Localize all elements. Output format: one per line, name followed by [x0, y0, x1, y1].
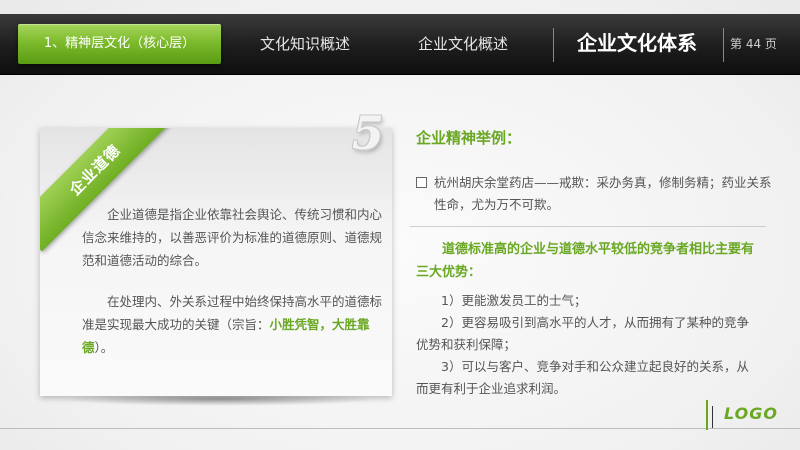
logo-accent-bar	[712, 406, 713, 428]
nav-divider	[553, 28, 554, 62]
ethics-key-point: 在处理内、外关系过程中始终保持高水平的道德标准是实现最大成功的关键（宗旨：小胜凭…	[82, 290, 382, 359]
nav-divider	[723, 28, 724, 62]
advantage-item: 3）可以与客户、竞争对手和公众建立起良好的关系，从而更有利于企业追求利润。	[416, 359, 749, 396]
example-item: 杭州胡庆余堂药店——戒欺：采办务真，修制务精；药业关系性命，尤为万不可欺。	[416, 172, 779, 216]
example-heading: 企业精神举例：	[416, 129, 522, 147]
logo-accent-bar	[706, 400, 708, 430]
slide-number-five: 5	[352, 106, 385, 160]
content-divider	[410, 226, 766, 227]
checkbox-bullet-icon	[416, 177, 427, 188]
top-nav-bar: 1、精神层文化（核心层） 文化知识概述 企业文化概述 企业文化体系 第 44 页	[0, 14, 800, 75]
ethics-key-point-end: ）。	[94, 340, 114, 355]
page-number: 第 44 页	[730, 37, 777, 51]
tab-culture-overview[interactable]: 文化知识概述	[230, 24, 380, 64]
tab-spiritual-culture[interactable]: 1、精神层文化（核心层）	[18, 24, 221, 64]
advantage-item: 2）更容易吸引到高水平的人才，从而拥有了某种的竞争优势和获利保障；	[416, 315, 749, 352]
company-logo: LOGO	[724, 404, 778, 423]
example-text: 杭州胡庆余堂药店——戒欺：采办务真，修制务精；药业关系性命，尤为万不可欺。	[434, 175, 772, 212]
advantages-heading: 道德标准高的企业与道德水平较低的竞争者相比主要有三大优势：	[416, 242, 755, 280]
footer-divider	[0, 428, 800, 429]
tab-enterprise-culture-overview[interactable]: 企业文化概述	[388, 24, 538, 64]
section-title: 企业文化体系	[577, 31, 697, 55]
ethics-definition: 企业道德是指企业依靠社会舆论、传统习惯和内心信念来维持的，以善恶评价为标准的道德…	[82, 207, 383, 268]
advantage-item: 1）更能激发员工的士气；	[441, 293, 587, 308]
ethics-card: 企业道德 企业道德是指企业依靠社会舆论、传统习惯和内心信念来维持的，以善恶评价为…	[40, 128, 392, 396]
